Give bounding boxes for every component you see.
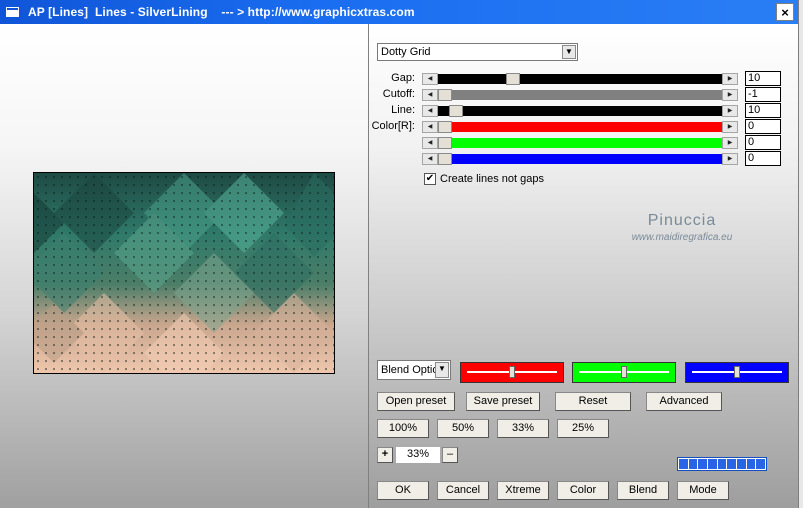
preview-image[interactable]: [33, 172, 335, 374]
progress-segment: [688, 459, 698, 469]
arrow-left-icon[interactable]: ◀: [422, 73, 438, 85]
arrow-left-icon[interactable]: ◀: [422, 89, 438, 101]
blend-button[interactable]: Blend: [617, 481, 669, 500]
slider-value[interactable]: 0: [745, 119, 781, 134]
blend-slider[interactable]: [572, 362, 676, 383]
slider-label: Color[R]:: [371, 120, 415, 132]
slider-value[interactable]: 0: [745, 151, 781, 166]
window-title: AP [Lines] Lines - SilverLining --- > ht…: [28, 5, 415, 19]
arrow-right-icon[interactable]: ▶: [722, 121, 738, 133]
arrow-right-icon[interactable]: ▶: [722, 89, 738, 101]
slider-thumb[interactable]: [438, 137, 452, 149]
slider-label: Line:: [391, 104, 415, 116]
progress-segment: [737, 459, 746, 469]
arrow-right-icon[interactable]: ▶: [722, 153, 738, 165]
preview-pane: [0, 24, 368, 508]
blend-options-value: Blend Optio: [381, 364, 439, 376]
slider-label: Cutoff:: [382, 88, 415, 100]
parameter-slider[interactable]: ◀ ▶: [422, 137, 738, 149]
title-bar: AP [Lines] Lines - SilverLining --- > ht…: [0, 0, 798, 24]
arrow-right-icon[interactable]: ▶: [722, 105, 738, 117]
slider-track[interactable]: [438, 137, 722, 149]
pattern-select-value: Dotty Grid: [381, 46, 431, 58]
progress-segment: [756, 459, 766, 469]
arrow-left-icon[interactable]: ◀: [422, 121, 438, 133]
window-icon[interactable]: [6, 7, 19, 17]
slider-value[interactable]: -1: [745, 87, 781, 102]
slider-track[interactable]: [438, 153, 722, 165]
zoom-out-button[interactable]: –: [442, 447, 458, 463]
parameter-slider[interactable]: ◀ ▶: [422, 121, 738, 133]
progress-segment: [679, 459, 688, 469]
create-lines-label: Create lines not gaps: [440, 173, 544, 185]
slider-thumb[interactable]: [438, 89, 452, 101]
close-button[interactable]: ×: [776, 3, 794, 21]
save-preset-button[interactable]: Save preset: [466, 392, 540, 411]
watermark-name: Pinuccia: [647, 212, 717, 229]
slider-track[interactable]: [438, 73, 722, 85]
blend-slider-thumb[interactable]: [734, 366, 740, 378]
open-preset-button[interactable]: Open preset: [377, 392, 455, 411]
slider-label: Gap:: [391, 72, 415, 84]
slider-value[interactable]: 10: [745, 71, 781, 86]
slider-track[interactable]: [438, 89, 722, 101]
chevron-down-icon[interactable]: ▼: [435, 362, 449, 378]
slider-track[interactable]: [438, 121, 722, 133]
watermark-url: www.maidiregrafica.eu: [631, 232, 733, 243]
blend-options-select[interactable]: Blend Optio ▼: [377, 360, 451, 380]
parameter-slider[interactable]: ◀ ▶: [422, 153, 738, 165]
progress-bar: [677, 457, 767, 471]
progress-segment: [698, 459, 708, 469]
reset-button[interactable]: Reset: [555, 392, 631, 411]
progress-segment: [727, 459, 737, 469]
blend-slider[interactable]: [460, 362, 564, 383]
zoom-value: 33%: [396, 447, 440, 463]
control-panel: Dotty Grid ▼ Gap: ◀ ▶ 10 Cutoff: ◀ ▶ -1 Line: ◀ ▶ 1…: [368, 24, 798, 508]
slider-track[interactable]: [438, 105, 722, 117]
zoom-33-button[interactable]: 33%: [497, 419, 549, 438]
progress-segment: [746, 459, 756, 469]
cancel-button[interactable]: Cancel: [437, 481, 489, 500]
arrow-left-icon[interactable]: ◀: [422, 105, 438, 117]
blend-slider-thumb[interactable]: [621, 366, 627, 378]
progress-segment: [717, 459, 727, 469]
progress-segment: [708, 459, 717, 469]
parameter-slider[interactable]: ◀ ▶: [422, 73, 738, 85]
slider-thumb[interactable]: [438, 153, 452, 165]
mode-button[interactable]: Mode: [677, 481, 729, 500]
zoom-100-button[interactable]: 100%: [377, 419, 429, 438]
xtreme-button[interactable]: Xtreme: [497, 481, 549, 500]
zoom-25-button[interactable]: 25%: [557, 419, 609, 438]
slider-value[interactable]: 10: [745, 103, 781, 118]
slider-value[interactable]: 0: [745, 135, 781, 150]
color-button[interactable]: Color: [557, 481, 609, 500]
parameter-slider[interactable]: ◀ ▶: [422, 105, 738, 117]
arrow-right-icon[interactable]: ▶: [722, 73, 738, 85]
pattern-select[interactable]: Dotty Grid ▼: [377, 43, 578, 61]
slider-thumb[interactable]: [449, 105, 463, 117]
advanced-button[interactable]: Advanced: [646, 392, 722, 411]
window-edge: [798, 0, 803, 508]
arrow-left-icon[interactable]: ◀: [422, 137, 438, 149]
arrow-right-icon[interactable]: ▶: [722, 137, 738, 149]
zoom-50-button[interactable]: 50%: [437, 419, 489, 438]
blend-slider[interactable]: [685, 362, 789, 383]
slider-thumb[interactable]: [506, 73, 520, 85]
parameter-slider[interactable]: ◀ ▶: [422, 89, 738, 101]
chevron-down-icon[interactable]: ▼: [562, 45, 576, 59]
arrow-left-icon[interactable]: ◀: [422, 153, 438, 165]
blend-slider-thumb[interactable]: [509, 366, 515, 378]
zoom-in-button[interactable]: +: [377, 447, 393, 463]
slider-thumb[interactable]: [438, 121, 452, 133]
ok-button[interactable]: OK: [377, 481, 429, 500]
create-lines-checkbox[interactable]: ✔: [424, 173, 436, 185]
